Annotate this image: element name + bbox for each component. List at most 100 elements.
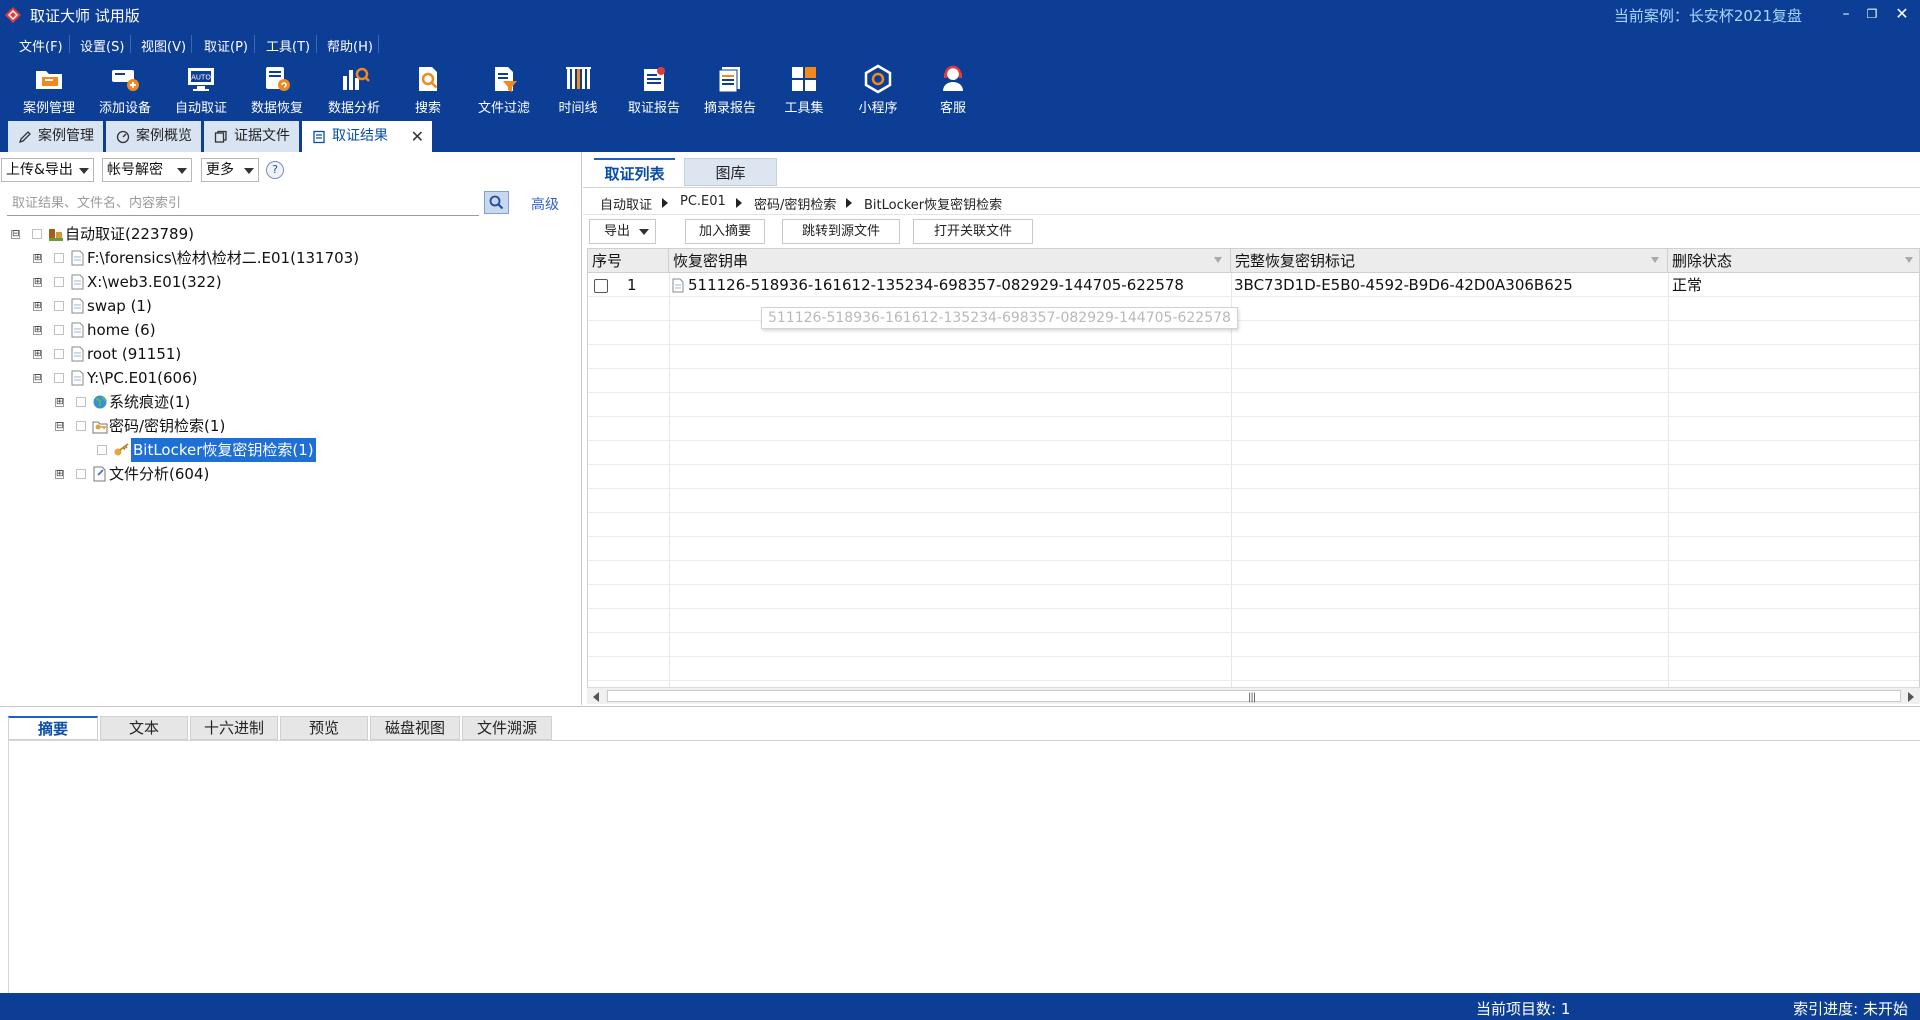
restore-button[interactable]: ❐ (1860, 4, 1884, 24)
tree-node-swap[interactable]: ⊞ swap (1) (0, 294, 580, 318)
breadcrumb-item[interactable]: PC.E01 (680, 194, 726, 209)
tab-preview[interactable]: 预览 (280, 716, 368, 740)
mini-program-button[interactable]: 小程序 (842, 61, 914, 117)
expand-icon[interactable]: ⊞ (55, 470, 64, 479)
tree-checkbox[interactable] (54, 277, 64, 287)
column-header-recovery-key[interactable]: 恢复密钥串 (669, 249, 1231, 273)
more-dropdown[interactable]: 更多 (201, 158, 259, 182)
result-search-input[interactable] (7, 191, 479, 216)
toolset-button[interactable]: 工具集 (768, 61, 840, 117)
breadcrumb-item[interactable]: 自动取证 (600, 194, 652, 213)
search-button[interactable] (484, 191, 509, 214)
column-header-delete-status[interactable]: 删除状态 (1668, 249, 1919, 273)
menu-tools[interactable]: 工具(T) (266, 36, 310, 55)
tree-node-auto-forensics[interactable]: ⊟ 自动取证(223789) (0, 222, 580, 246)
tree-node-password-key-search[interactable]: ⊟ 密码/密钥检索(1) (0, 414, 580, 438)
tab-evidence-files[interactable]: 证据文件 (204, 121, 299, 152)
right-results-pane: 取证列表 图库 自动取证 PC.E01 密码/密钥检索 BitLocker恢复密… (583, 152, 1920, 705)
menu-help[interactable]: 帮助(H) (327, 36, 373, 55)
tab-disk-view[interactable]: 磁盘视图 (370, 716, 460, 740)
customer-service-button[interactable]: 客服 (917, 61, 989, 117)
scrollbar-thumb[interactable]: ||| (607, 690, 1901, 703)
table-row[interactable]: 1 511126-518936-161612-135234-698357-082… (588, 273, 1919, 297)
tab-hex[interactable]: 十六进制 (190, 716, 278, 740)
tab-file-tracing[interactable]: 文件溯源 (462, 716, 552, 740)
tree-node-system-traces[interactable]: ⊞ 系统痕迹(1) (0, 390, 580, 414)
collapse-icon[interactable]: ⊟ (11, 230, 20, 239)
collapse-icon[interactable]: ⊟ (33, 374, 42, 383)
tab-gallery[interactable]: 图库 (684, 158, 777, 186)
data-analysis-button[interactable]: 数据分析 (318, 61, 390, 117)
tree-node-file-analysis[interactable]: ⊞ 文件分析(604) (0, 462, 580, 486)
expand-icon[interactable]: ⊞ (33, 326, 42, 335)
row-checkbox[interactable] (594, 279, 608, 293)
data-recovery-button[interactable]: 数据恢复 (241, 61, 313, 117)
tree-node-pc-e01[interactable]: ⊟ Y:\PC.E01(606) (0, 366, 580, 390)
column-header-key-id[interactable]: 完整恢复密钥标记 (1231, 249, 1668, 273)
expand-icon[interactable]: ⊞ (33, 278, 42, 287)
jump-to-source-button[interactable]: 跳转到源文件 (782, 219, 900, 244)
tree-checkbox[interactable] (76, 469, 86, 479)
tree-checkbox[interactable] (54, 253, 64, 263)
filter-icon[interactable] (1214, 257, 1222, 263)
tree-checkbox[interactable] (54, 373, 64, 383)
upload-export-dropdown[interactable]: 上传&导出 (1, 158, 94, 182)
breadcrumb-item[interactable]: 密码/密钥检索 (754, 194, 836, 213)
tab-case-overview[interactable]: 案例概览 (106, 121, 201, 152)
search-button[interactable]: 搜索 (392, 61, 464, 117)
filter-icon[interactable] (1651, 257, 1659, 263)
tree-checkbox[interactable] (54, 349, 64, 359)
case-management-button[interactable]: 案例管理 (13, 61, 85, 117)
menu-view[interactable]: 视图(V) (141, 36, 186, 55)
tree-checkbox[interactable] (76, 397, 86, 407)
help-icon[interactable]: ? (266, 161, 284, 179)
scroll-left-icon[interactable] (593, 692, 599, 702)
tree-node-root[interactable]: ⊞ root (91151) (0, 342, 580, 366)
expand-icon[interactable]: ⊞ (55, 398, 64, 407)
filter-icon[interactable] (1905, 257, 1913, 263)
tab-forensics-results[interactable]: 取证结果 ✕ (302, 121, 432, 152)
tab-text[interactable]: 文本 (100, 716, 188, 740)
collapse-icon[interactable]: ⊟ (55, 422, 64, 431)
file-filter-button[interactable]: 文件过滤 (468, 61, 540, 117)
expand-icon[interactable]: ⊞ (33, 302, 42, 311)
close-tab-icon[interactable]: ✕ (411, 121, 424, 152)
breadcrumb-item[interactable]: BitLocker恢复密钥检索 (864, 194, 1002, 213)
account-decrypt-dropdown[interactable]: 帐号解密 (102, 158, 192, 182)
menu-forensics[interactable]: 取证(P) (204, 36, 248, 55)
menu-settings[interactable]: 设置(S) (80, 36, 124, 55)
breadcrumb: 自动取证 PC.E01 密码/密钥检索 BitLocker恢复密钥检索 (583, 187, 1920, 215)
tree-checkbox[interactable] (54, 325, 64, 335)
add-device-button[interactable]: 添加设备 (89, 61, 161, 117)
tab-results-list[interactable]: 取证列表 (594, 158, 675, 186)
scroll-right-icon[interactable] (1908, 692, 1914, 702)
tab-summary[interactable]: 摘要 (8, 716, 98, 740)
tree-node-web3[interactable]: ⊞ X:\web3.E01(322) (0, 270, 580, 294)
horizontal-scrollbar[interactable]: ||| (587, 687, 1920, 704)
export-dropdown[interactable]: 导出 (589, 219, 656, 244)
menu-file[interactable]: 文件(F) (19, 36, 63, 55)
expand-icon[interactable]: ⊞ (33, 350, 42, 359)
tree-checkbox[interactable] (97, 445, 107, 455)
tree-checkbox[interactable] (32, 229, 42, 239)
forensic-report-button[interactable]: 取证报告 (618, 61, 690, 117)
add-summary-button[interactable]: 加入摘要 (685, 219, 765, 244)
close-button[interactable]: ✕ (1890, 4, 1914, 24)
minimize-button[interactable]: – (1834, 4, 1858, 24)
chevron-right-icon (662, 198, 668, 208)
tree-checkbox[interactable] (54, 301, 64, 311)
tree-node-evidence-2[interactable]: ⊞ F:\forensics\检材\检材二.E01(131703) (0, 246, 580, 270)
advanced-search-link[interactable]: 高级 (531, 194, 559, 214)
expand-icon[interactable]: ⊞ (33, 254, 42, 263)
open-related-file-button[interactable]: 打开关联文件 (913, 219, 1033, 244)
detail-pane: 摘要 文本 十六进制 预览 磁盘视图 文件溯源 (0, 706, 1920, 994)
auto-forensics-button[interactable]: AUTO 自动取证 (165, 61, 237, 117)
tree-checkbox[interactable] (76, 421, 86, 431)
column-header-index[interactable]: 序号 (588, 249, 669, 273)
tree-node-bitlocker-key-search[interactable]: BitLocker恢复密钥检索(1) (0, 438, 580, 462)
key-id-cell: 3BC73D1D-E5B0-4592-B9D6-42D0A306B625 (1234, 276, 1573, 294)
tree-node-home[interactable]: ⊞ home (6) (0, 318, 580, 342)
excerpt-report-button[interactable]: 摘录报告 (694, 61, 766, 117)
timeline-button[interactable]: 时间线 (542, 61, 614, 117)
tab-case-management[interactable]: 案例管理 (8, 121, 103, 152)
